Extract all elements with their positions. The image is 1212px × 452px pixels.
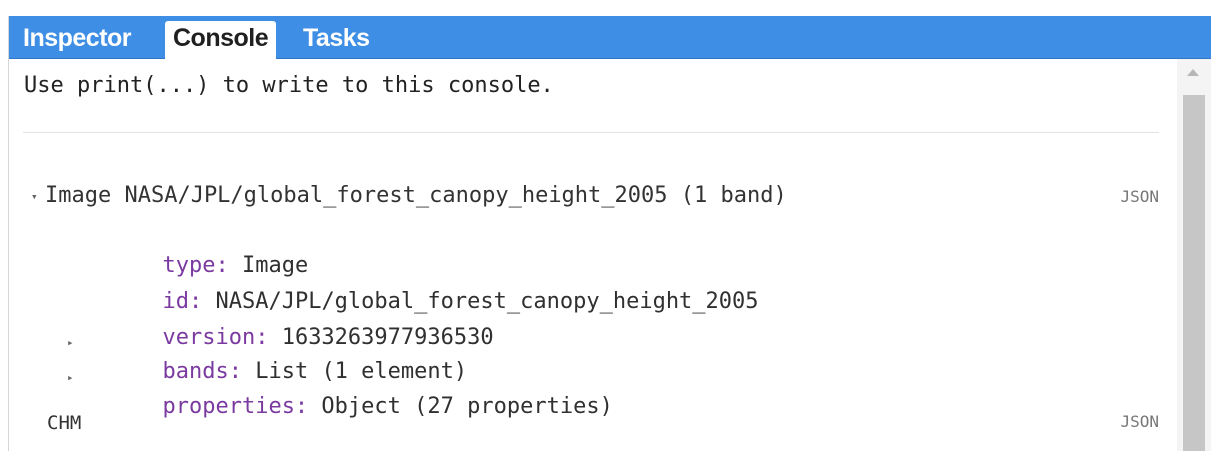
- scroll-up-arrow-icon[interactable]: [1187, 69, 1199, 76]
- tab-tasks[interactable]: Tasks: [303, 21, 370, 59]
- scrollbar[interactable]: [1177, 59, 1211, 451]
- tab-bar: Inspector Console Tasks: [9, 16, 1211, 60]
- console-output: Use print(...) to write to this console.…: [9, 59, 1177, 451]
- expand-toggle-icon[interactable]: ▾: [31, 190, 38, 203]
- json-button[interactable]: JSON: [1120, 187, 1159, 206]
- tab-console[interactable]: Console: [165, 21, 277, 60]
- property-value: Object (27 properties): [308, 394, 613, 419]
- entry-summary[interactable]: Image NASA/JPL/global_forest_canopy_heig…: [45, 181, 787, 211]
- json-button[interactable]: JSON: [1120, 412, 1159, 431]
- console-hint: Use print(...) to write to this console.: [24, 73, 554, 98]
- console-panel: Inspector Console Tasks Use print(...) t…: [8, 16, 1211, 451]
- collapse-toggle-icon[interactable]: ▸: [67, 371, 74, 384]
- scrollbar-thumb[interactable]: [1183, 95, 1205, 451]
- divider: [23, 132, 1159, 133]
- property-key: properties:: [162, 394, 309, 419]
- collapse-toggle-icon[interactable]: ▸: [67, 336, 74, 349]
- tab-inspector[interactable]: Inspector: [23, 21, 132, 59]
- entry-summary: CHM: [47, 412, 82, 434]
- property-row-properties[interactable]: properties: Object (27 properties): [83, 362, 613, 452]
